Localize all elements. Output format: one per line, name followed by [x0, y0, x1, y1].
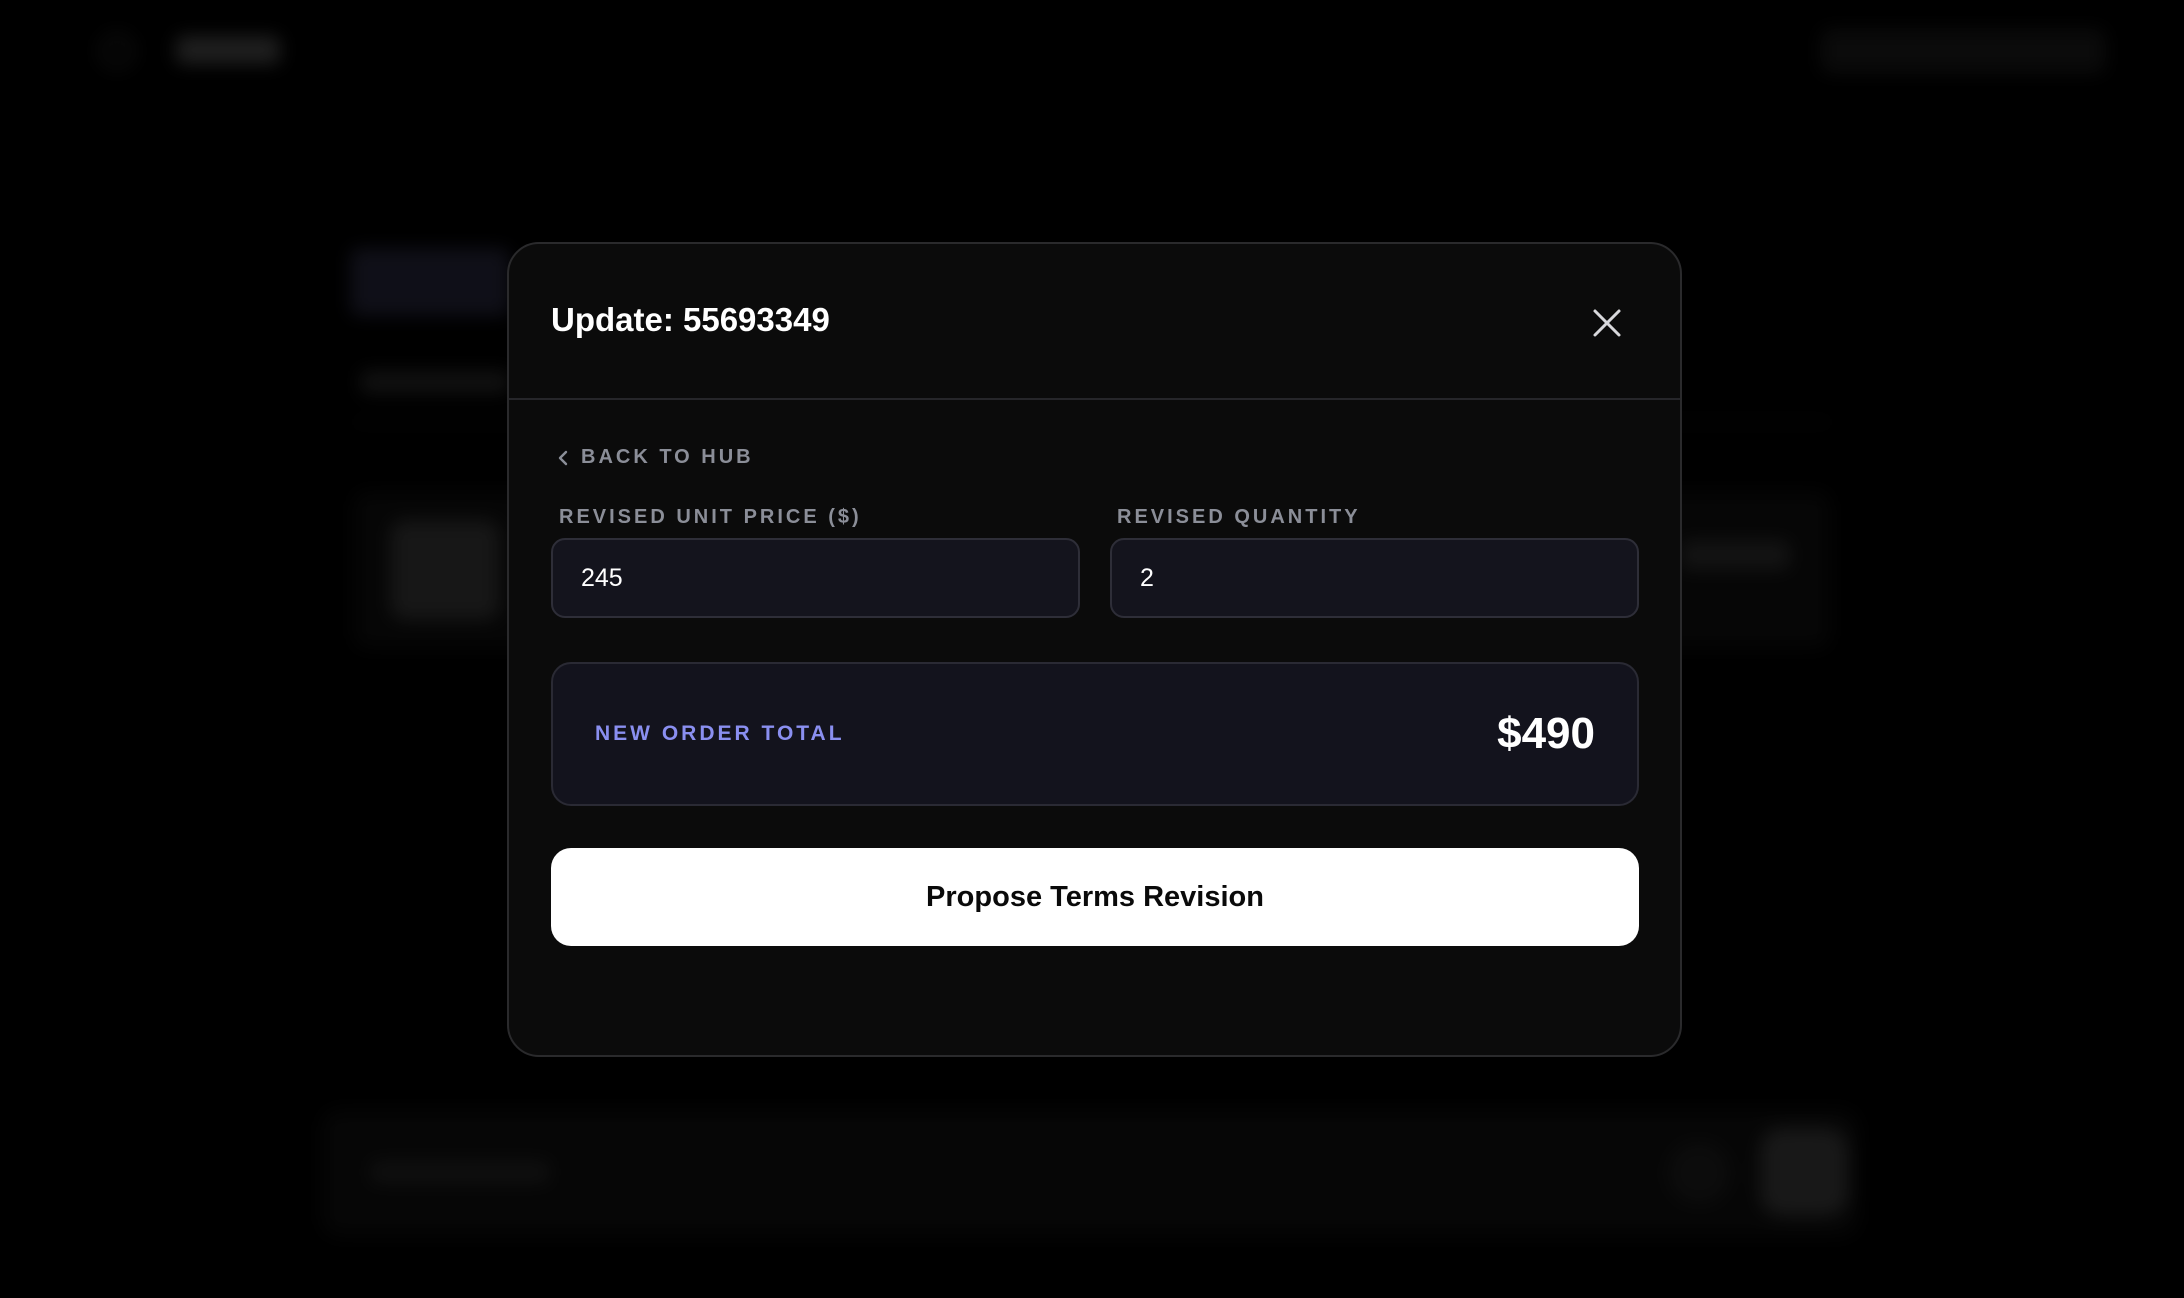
- back-to-hub-link[interactable]: BACK TO HUB: [557, 446, 754, 469]
- page-subtitle: [360, 370, 510, 394]
- back-to-hub-label: BACK TO HUB: [581, 446, 754, 468]
- close-icon: [1593, 309, 1621, 337]
- page-title: [350, 248, 510, 316]
- play-icon: [1760, 1128, 1848, 1216]
- update-modal: Update: 55693349 BACK TO HUB REVISED UNI…: [507, 242, 1682, 1057]
- player-track-text: [370, 1160, 550, 1184]
- modal-header: Update: 55693349: [509, 244, 1680, 400]
- player-bar: [320, 1108, 1860, 1238]
- player-secondary-button: [1666, 1140, 1732, 1206]
- unit-price-input[interactable]: [551, 538, 1080, 618]
- order-total-panel: NEW ORDER TOTAL $490: [551, 662, 1639, 806]
- search-icon: [100, 34, 134, 68]
- order-status: [1680, 540, 1790, 570]
- order-thumbnail: [390, 520, 500, 620]
- modal-title: Update: 55693349: [551, 301, 830, 338]
- chevron-left-icon: [558, 450, 568, 465]
- propose-terms-revision-button[interactable]: Propose Terms Revision: [551, 848, 1639, 946]
- quantity-label: REVISED QUANTITY: [1117, 506, 1361, 528]
- logo: [176, 36, 280, 64]
- order-total-label: NEW ORDER TOTAL: [595, 722, 845, 745]
- quantity-input[interactable]: [1110, 538, 1639, 618]
- order-total-value: $490: [1497, 709, 1595, 758]
- unit-price-label: REVISED UNIT PRICE ($): [559, 506, 862, 528]
- top-action-button: [1820, 28, 2106, 74]
- close-button[interactable]: [1590, 306, 1624, 340]
